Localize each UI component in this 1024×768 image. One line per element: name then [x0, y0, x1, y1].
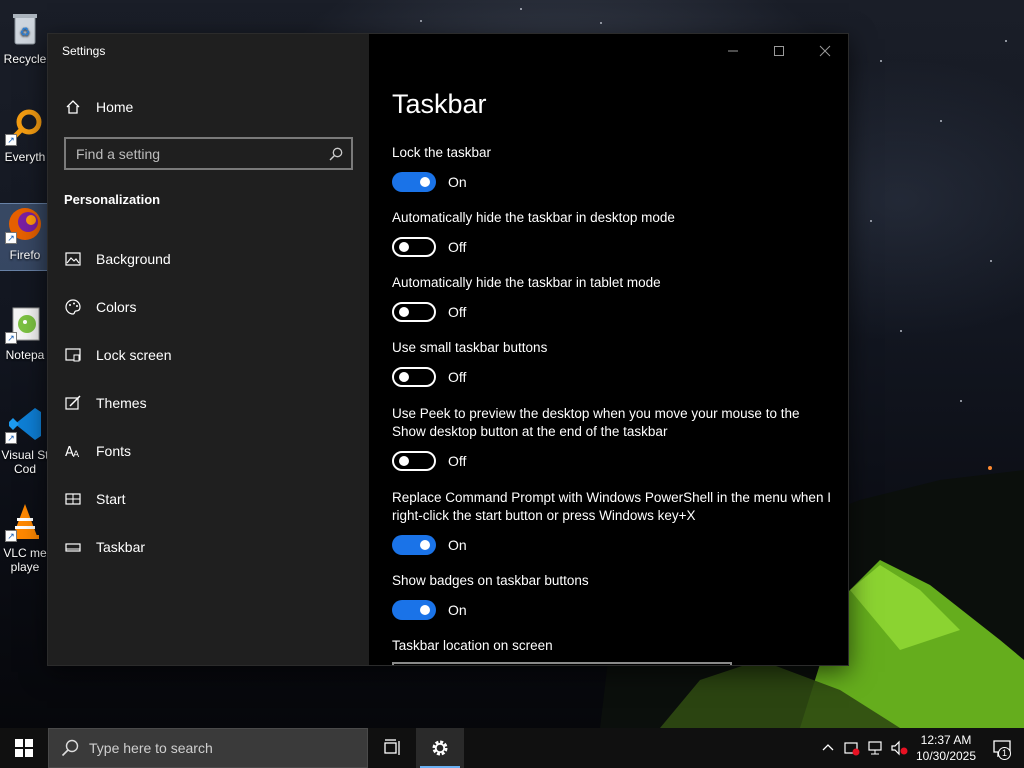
setting-location: Taskbar location on screen [392, 637, 832, 655]
toggle-state-label: Off [448, 453, 467, 469]
everything-search-icon: ↗ [5, 106, 45, 146]
gear-icon [432, 740, 448, 756]
desktop-icon-firefox[interactable]: ↗ Firefo [0, 203, 51, 271]
toggle-autohide-desktop[interactable] [392, 237, 436, 257]
notification-count-badge: 1 [998, 747, 1011, 760]
show-hidden-icons-button[interactable] [816, 728, 840, 768]
picture-icon [65, 251, 81, 267]
find-setting-search[interactable] [64, 137, 353, 170]
toggle-badges[interactable] [392, 600, 436, 620]
system-tray: 12:37 AM 10/30/2025 1 [816, 728, 1024, 768]
network-icon [868, 741, 882, 755]
fonts-icon: AA [65, 443, 81, 459]
notepad-plus-plus-icon: ↗ [5, 304, 45, 344]
nav-item-background[interactable]: Background [48, 239, 369, 279]
section-heading-personalization: Personalization [64, 192, 161, 207]
setting-peek: Use Peek to preview the desktop when you… [392, 406, 800, 471]
palette-icon [65, 299, 81, 315]
start-button[interactable] [0, 728, 48, 768]
content-pane: Taskbar Lock the taskbar On Automaticall… [369, 34, 848, 665]
setting-autohide-desktop: Automatically hide the taskbar in deskto… [392, 210, 675, 257]
desktop-icon-everything[interactable]: ↗ Everyth [0, 106, 50, 164]
tray-network[interactable] [864, 728, 888, 768]
vlc-icon: ↗ [5, 502, 45, 542]
nav-item-themes[interactable]: Themes [48, 383, 369, 423]
chevron-up-icon [822, 744, 834, 751]
minimize-button[interactable] [716, 40, 750, 62]
close-button[interactable] [808, 40, 842, 62]
page-title: Taskbar [392, 89, 487, 119]
toggle-small-buttons[interactable] [392, 367, 436, 387]
setting-small-buttons: Use small taskbar buttons Off [392, 340, 548, 387]
windows-logo-icon [15, 739, 33, 757]
svg-text:A: A [73, 450, 80, 459]
nav-item-fonts[interactable]: AA Fonts [48, 431, 369, 471]
toggle-state-label: On [448, 537, 467, 553]
setting-badges: Show badges on taskbar buttons On [392, 573, 589, 620]
setting-lock-taskbar: Lock the taskbar On [392, 145, 492, 192]
home-icon [65, 99, 81, 115]
navigation-pane: Settings Home Personalization Background [48, 34, 369, 665]
action-center-button[interactable]: 1 [980, 728, 1024, 768]
taskbar-search-text: Type here to search [89, 740, 213, 756]
security-alert-icon [844, 742, 860, 756]
nav-item-lock-screen[interactable]: Lock screen [48, 335, 369, 375]
start-tiles-icon [65, 491, 81, 507]
maximize-button[interactable] [762, 40, 796, 62]
vscode-icon: ↗ [5, 404, 45, 444]
search-icon[interactable] [321, 147, 351, 161]
toggle-lock-taskbar[interactable] [392, 172, 436, 192]
find-setting-input[interactable] [66, 145, 321, 162]
toggle-powershell[interactable] [392, 535, 436, 555]
nav-item-colors[interactable]: Colors [48, 287, 369, 327]
clock-date: 10/30/2025 [915, 749, 977, 763]
nav-home-label: Home [96, 99, 134, 115]
settings-window: Settings Home Personalization Background [47, 33, 849, 666]
close-icon [819, 45, 831, 57]
lock-screen-icon [65, 347, 81, 363]
taskbar-location-dropdown[interactable] [392, 662, 732, 665]
recycle-bin-icon: ♻ [5, 8, 45, 48]
task-view-icon [384, 739, 400, 755]
toggle-state-label: Off [448, 369, 467, 385]
taskbar-search-box[interactable]: Type here to search [48, 728, 368, 768]
toggle-state-label: Off [448, 304, 467, 320]
tray-volume[interactable] [888, 728, 912, 768]
firefox-icon: ↗ [5, 204, 45, 244]
toggle-peek[interactable] [392, 451, 436, 471]
nav-home[interactable]: Home [48, 87, 369, 127]
setting-powershell: Replace Command Prompt with Windows Powe… [392, 490, 831, 555]
nav-item-start[interactable]: Start [48, 479, 369, 519]
desktop-icon-notepad-plus-plus[interactable]: ↗ Notepa [0, 304, 50, 362]
desktop-icon-vscode[interactable]: ↗ Visual St Cod [0, 404, 50, 476]
setting-autohide-tablet: Automatically hide the taskbar in tablet… [392, 275, 661, 322]
toggle-autohide-tablet[interactable] [392, 302, 436, 322]
brush-icon [65, 395, 81, 411]
toggle-state-label: On [448, 174, 467, 190]
volume-muted-icon [891, 740, 908, 756]
taskbar-icon [65, 539, 81, 555]
maximize-icon [774, 46, 784, 56]
minimize-icon [728, 50, 738, 52]
tray-security[interactable] [840, 728, 864, 768]
nav-item-taskbar[interactable]: Taskbar [48, 527, 369, 567]
taskbar: Type here to search 12:37 AM 10/30/2025 [0, 728, 1024, 768]
desktop-icon-recycle-bin[interactable]: ♻ Recycle [0, 8, 50, 66]
desktop-icon-vlc[interactable]: ↗ VLC me playe [0, 502, 50, 574]
taskbar-clock[interactable]: 12:37 AM 10/30/2025 [912, 732, 980, 764]
search-icon [61, 739, 79, 757]
location-label: Taskbar location on screen [392, 638, 553, 653]
toggle-state-label: Off [448, 239, 467, 255]
clock-time: 12:37 AM [920, 733, 972, 747]
task-view-button[interactable] [368, 728, 416, 768]
window-title: Settings [62, 44, 106, 58]
taskbar-app-settings[interactable] [416, 728, 464, 768]
toggle-state-label: On [448, 602, 467, 618]
svg-text:♻: ♻ [20, 25, 31, 39]
